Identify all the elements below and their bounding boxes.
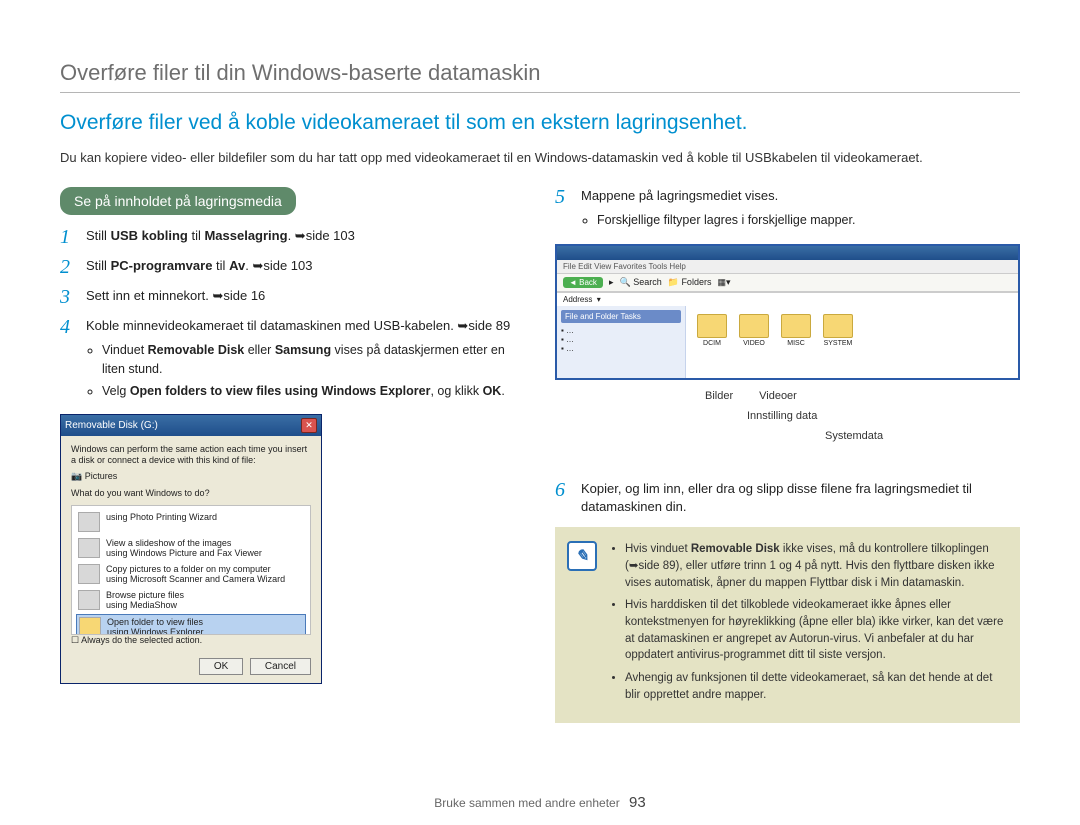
step-number: 6	[555, 480, 569, 518]
folder-icon[interactable]	[739, 314, 769, 338]
note-bullet-2: Hvis harddisken til det tilkoblede video…	[625, 597, 1006, 664]
page-footer: Bruke sammen med andre enheter 93	[0, 794, 1080, 811]
dialog-options[interactable]: using Photo Printing Wizard View a slide…	[71, 505, 311, 635]
note-box: ✎ Hvis vinduet Removable Disk ikke vises…	[555, 527, 1020, 723]
step-number: 1	[60, 227, 74, 247]
dialog-titlebar: Removable Disk (G:) ✕	[61, 415, 321, 436]
intro-text: Du kan kopiere video- eller bildefiler s…	[60, 149, 1020, 167]
note-bullet-3: Avhengig av funksjonen til dette videoka…	[625, 670, 1006, 703]
folder-icon[interactable]	[697, 314, 727, 338]
page-title: Overføre filer til din Windows-baserte d…	[60, 60, 1020, 86]
step-4: 4 Koble minnevideokameraet til datamaski…	[60, 317, 525, 404]
steps-right: 5 Mappene på lagringsmediet vises. Forsk…	[555, 187, 1020, 234]
step-3: 3 Sett inn et minnekort. ➥side 16	[60, 287, 525, 307]
dialog-title: Removable Disk (G:)	[65, 420, 158, 431]
back-button[interactable]: ◄ Back	[563, 277, 603, 288]
step-6: 6 Kopier, og lim inn, eller dra og slipp…	[555, 480, 1020, 518]
step-1: 1 Still USB kobling til Masselagring. ➥s…	[60, 227, 525, 247]
step-4-bullet-2: Velg Open folders to view files using Wi…	[102, 382, 525, 400]
explorer-main[interactable]: DCIM VIDEO MISC SYSTEM	[686, 306, 1018, 378]
folder-dcim: DCIM	[694, 314, 730, 347]
step-number: 2	[60, 257, 74, 277]
folder-misc: MISC	[778, 314, 814, 347]
callout-innstilling: Innstilling data	[747, 410, 817, 422]
subsection-pill: Se på innholdet på lagringsmedia	[60, 187, 296, 215]
dialog-prompt: What do you want Windows to do?	[71, 488, 311, 499]
step-5-bullet: Forskjellige filtyper lagres i forskjell…	[597, 211, 1020, 229]
section-title: Overføre filer ved å koble videokameraet…	[60, 111, 1020, 135]
step-number: 3	[60, 287, 74, 307]
callout-videoer: Videoer	[759, 390, 797, 402]
folder-icon[interactable]	[823, 314, 853, 338]
callout-bilder: Bilder	[705, 390, 733, 402]
step-number: 5	[555, 187, 569, 234]
ok-button[interactable]: OK	[199, 658, 243, 675]
divider	[60, 92, 1020, 93]
note-bullet-1: Hvis vinduet Removable Disk ikke vises, …	[625, 541, 1006, 591]
callout-systemdata: Systemdata	[825, 430, 883, 442]
step-number: 4	[60, 317, 74, 404]
explorer-toolbar[interactable]: ◄ Back ▸🔍 Search📁 Folders▦▾	[557, 274, 1018, 292]
left-column: Se på innholdet på lagringsmedia 1 Still…	[60, 187, 525, 684]
explorer-window: File Edit View Favorites Tools Help ◄ Ba…	[555, 244, 1020, 380]
steps-right-2: 6 Kopier, og lim inn, eller dra og slipp…	[555, 480, 1020, 518]
explorer-sidebar[interactable]: File and Folder Tasks ▪ …▪ …▪ …	[557, 306, 686, 378]
manual-page: Overføre filer til din Windows-baserte d…	[0, 0, 1080, 825]
explorer-menu[interactable]: File Edit View Favorites Tools Help	[557, 260, 1018, 274]
note-icon: ✎	[567, 541, 597, 571]
right-column: 5 Mappene på lagringsmediet vises. Forsk…	[555, 187, 1020, 724]
step-5: 5 Mappene på lagringsmediet vises. Forsk…	[555, 187, 1020, 234]
folder-video: VIDEO	[736, 314, 772, 347]
close-icon[interactable]: ✕	[301, 418, 317, 433]
folder-callouts: Bilder Videoer Innstilling data Systemdat…	[705, 390, 1020, 480]
page-number: 93	[629, 794, 646, 811]
cancel-button[interactable]: Cancel	[250, 658, 311, 675]
folder-icon[interactable]	[781, 314, 811, 338]
columns: Se på innholdet på lagringsmedia 1 Still…	[60, 187, 1020, 724]
folder-system: SYSTEM	[820, 314, 856, 347]
chapter-name: Bruke sammen med andre enheter	[434, 796, 619, 810]
step-2: 2 Still PC-programvare til Av. ➥side 103	[60, 257, 525, 277]
steps-left: 1 Still USB kobling til Masselagring. ➥s…	[60, 227, 525, 404]
dialog-desc: Windows can perform the same action each…	[71, 444, 311, 466]
removable-disk-dialog: Removable Disk (G:) ✕ Windows can perfor…	[60, 414, 322, 684]
step-4-bullet-1: Vinduet Removable Disk eller Samsung vis…	[102, 341, 525, 377]
